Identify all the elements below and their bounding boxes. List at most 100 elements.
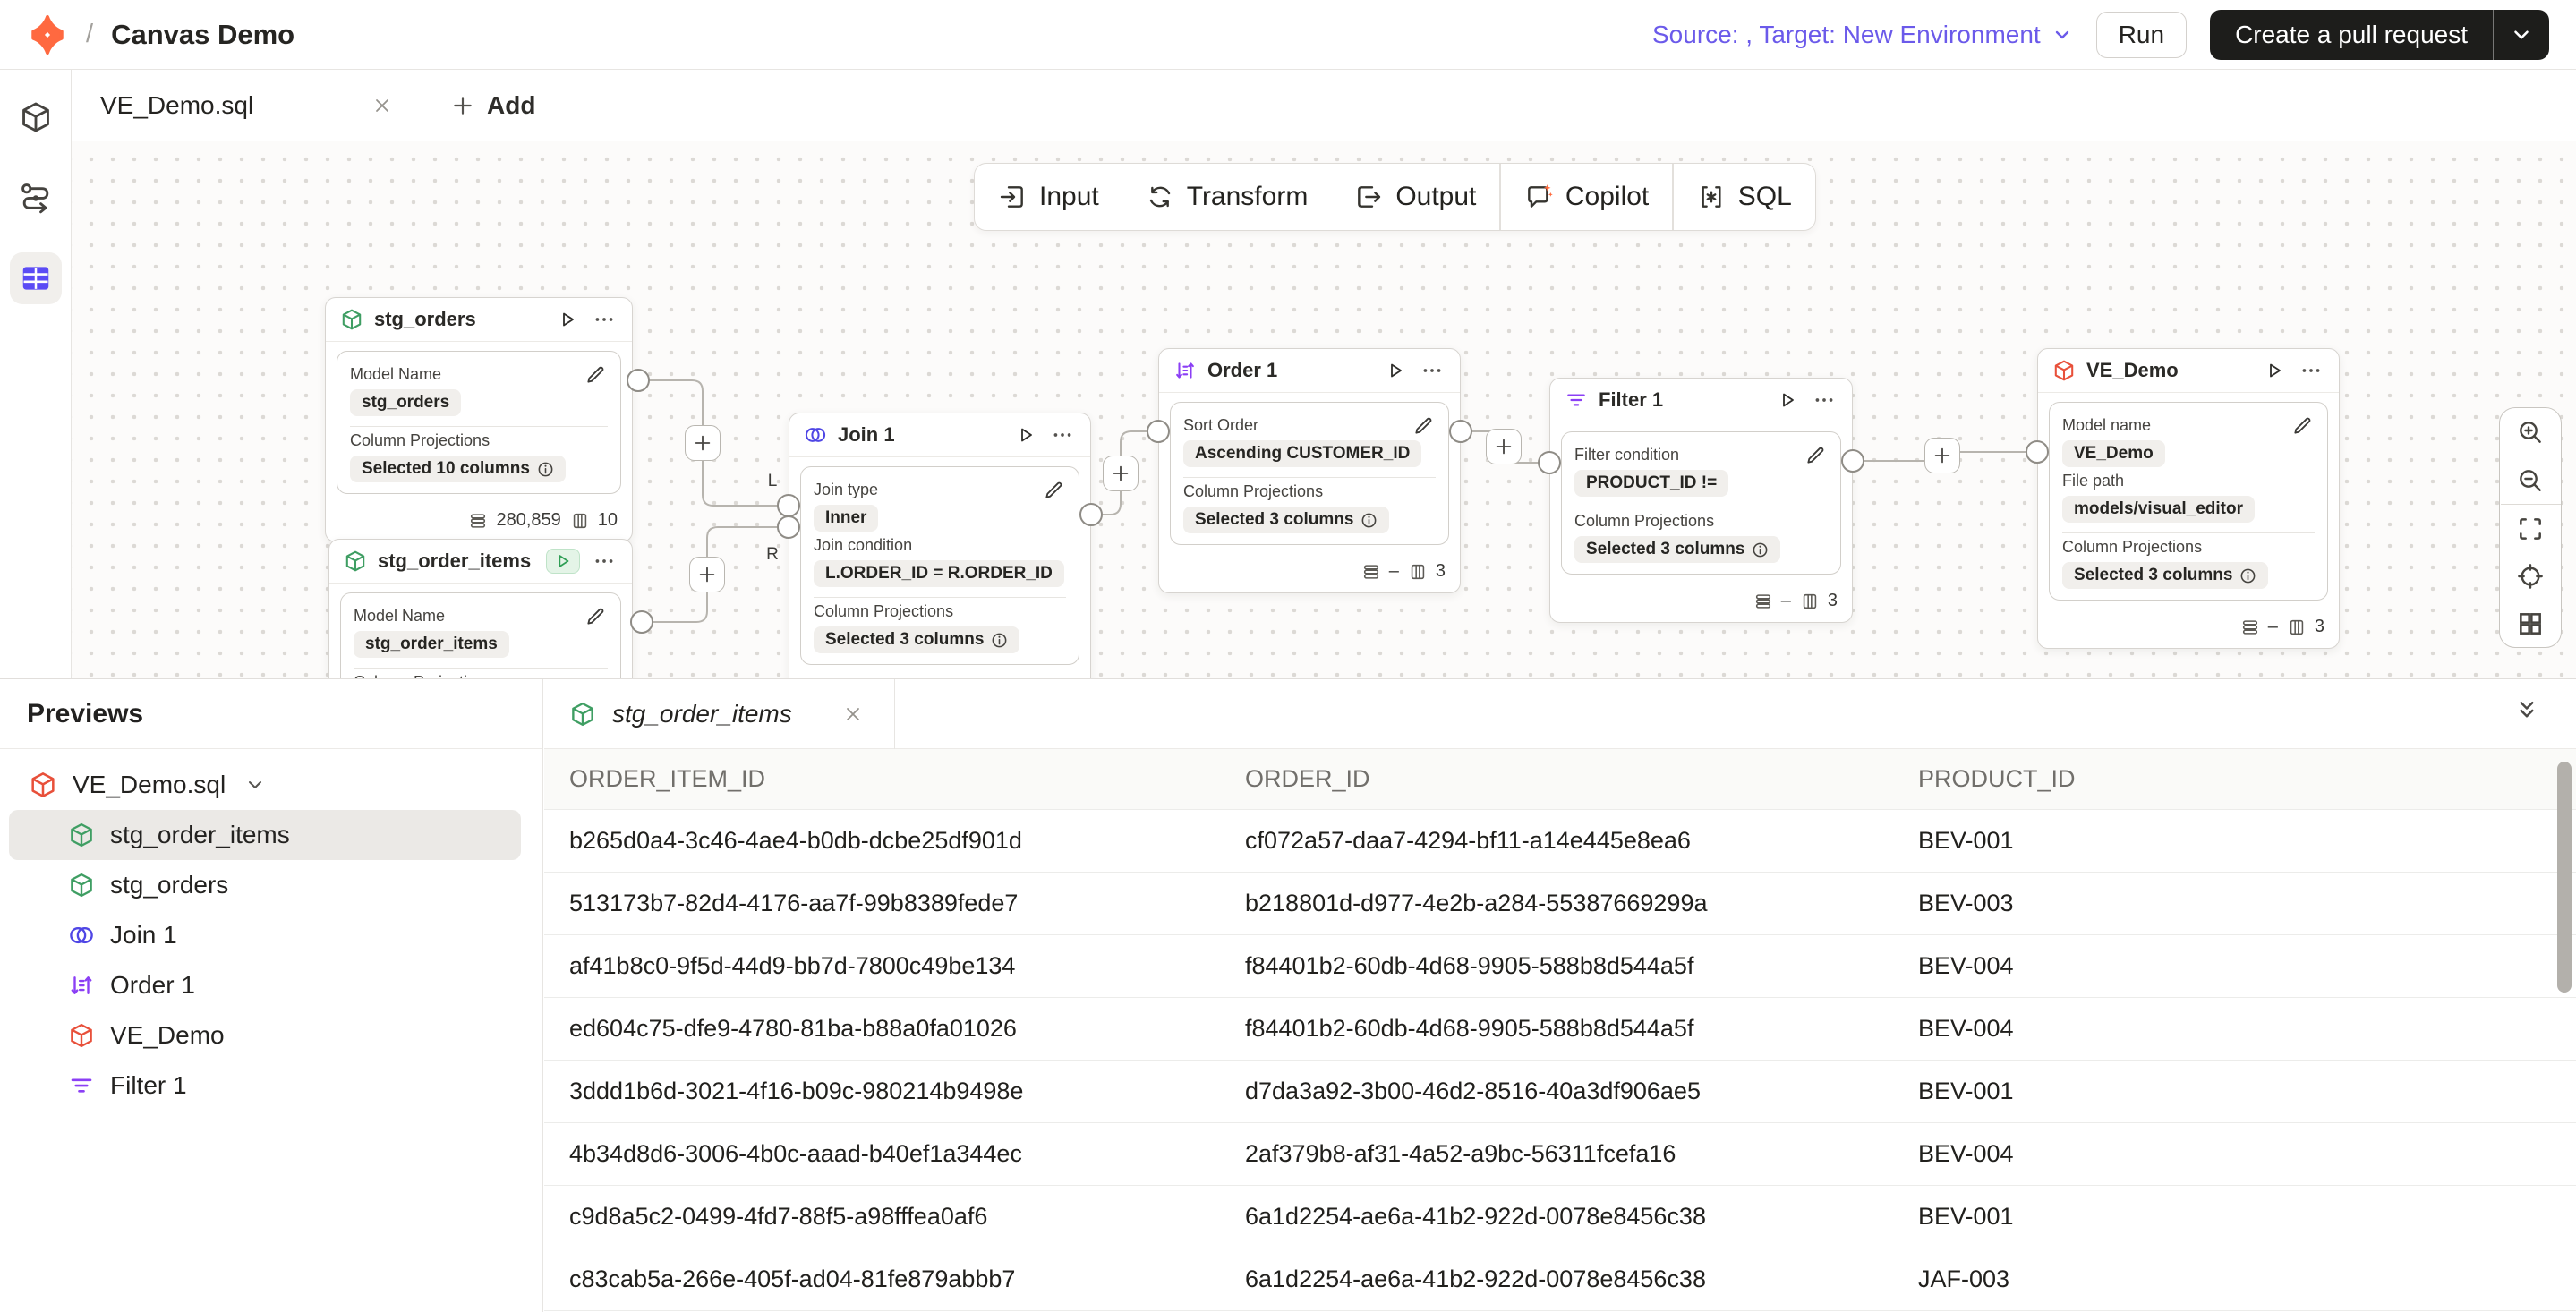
edit-pencil-icon[interactable]	[1804, 443, 1828, 466]
rail-table-button[interactable]	[10, 252, 62, 304]
tree-root-ve-demo-sql[interactable]: VE_Demo.sql	[9, 760, 521, 810]
tree-item-join-1[interactable]: Join 1	[9, 910, 521, 960]
sort-order-icon	[1173, 359, 1197, 382]
port-stg-orders-out[interactable]	[627, 369, 650, 392]
play-icon[interactable]	[1383, 358, 1408, 383]
tree-item-order-1[interactable]: Order 1	[9, 960, 521, 1010]
cube-icon	[569, 701, 596, 728]
join-type-pill[interactable]: Inner	[814, 505, 878, 532]
tree-item-ve-demo[interactable]: VE_Demo	[9, 1010, 521, 1061]
zoom-in-button[interactable]	[2501, 408, 2561, 456]
info-icon	[1752, 541, 1769, 558]
rail-pipeline-button[interactable]	[10, 172, 62, 224]
create-pull-request-button[interactable]: Create a pull request	[2210, 10, 2549, 60]
pipeline-icon	[19, 181, 53, 215]
table-row: 3ddd1b6d-3021-4f16-b09c-980214b9498ed7da…	[544, 1060, 2576, 1122]
edit-pencil-icon[interactable]	[1412, 413, 1436, 437]
node-order-1[interactable]: Order 1 Sort Order Ascending CUSTOMER_ID…	[1158, 348, 1461, 593]
play-icon[interactable]	[1775, 388, 1800, 413]
tree-item-stg-order-items[interactable]: stg_order_items	[9, 810, 521, 860]
toolbar-copilot-button[interactable]: Copilot	[1501, 164, 1672, 230]
run-button[interactable]: Run	[2096, 12, 2187, 58]
add-node-on-edge-button[interactable]	[1924, 438, 1960, 473]
more-options-icon[interactable]	[591, 548, 618, 575]
column-projections-pill[interactable]: Selected 3 columns	[1574, 536, 1780, 563]
port-stg-order-items-out[interactable]	[630, 610, 653, 634]
close-icon[interactable]	[837, 698, 869, 730]
collapse-panel-icon[interactable]	[2513, 697, 2540, 724]
transform-icon	[1146, 183, 1174, 211]
zoom-out-button[interactable]	[2501, 456, 2561, 504]
port-filter-out[interactable]	[1841, 449, 1864, 473]
play-icon[interactable]	[1013, 422, 1038, 447]
toolbar-input-button[interactable]: Input	[975, 164, 1122, 230]
sort-order-pill[interactable]: Ascending CUSTOMER_ID	[1183, 440, 1421, 467]
tree-item-filter-1[interactable]: Filter 1	[9, 1061, 521, 1111]
dag-canvas[interactable]: Input Transform Output Copilot SQL	[72, 141, 2576, 678]
toolbar-output-button[interactable]: Output	[1331, 164, 1499, 230]
node-stats: – 3	[2038, 609, 2339, 648]
column-projections-pill[interactable]: Selected 3 columns	[1183, 507, 1389, 533]
previews-sidebar: Previews VE_Demo.sql stg_order_items stg…	[0, 679, 543, 1312]
port-order-in[interactable]	[1147, 420, 1170, 443]
grid-layout-button[interactable]	[2501, 600, 2561, 647]
tab-ve-demo-sql[interactable]: VE_Demo.sql	[72, 70, 422, 141]
more-options-icon[interactable]	[1049, 422, 1076, 448]
rows-icon	[1753, 592, 1773, 611]
add-node-on-edge-button[interactable]	[1486, 429, 1522, 464]
add-node-on-edge-button[interactable]	[1103, 456, 1139, 491]
model-name-pill[interactable]: VE_Demo	[2062, 440, 2165, 467]
chevron-down-icon[interactable]	[244, 774, 266, 796]
port-filter-in[interactable]	[1538, 451, 1561, 474]
port-join-left-in[interactable]	[777, 494, 800, 517]
more-options-icon[interactable]	[1811, 387, 1838, 413]
columns-icon	[1800, 592, 1820, 611]
close-icon[interactable]	[366, 89, 398, 122]
node-ve-demo[interactable]: VE_Demo Model name VE_Demo File path mod…	[2037, 348, 2340, 649]
toolbar-transform-button[interactable]: Transform	[1122, 164, 1332, 230]
more-options-icon[interactable]	[1419, 357, 1446, 384]
model-name-pill[interactable]: stg_order_items	[354, 631, 509, 658]
preview-tab-stg-order-items[interactable]: stg_order_items	[544, 679, 895, 749]
column-projections-pill[interactable]: Selected 3 columns	[2062, 562, 2268, 589]
port-join-out[interactable]	[1079, 503, 1103, 526]
node-stg-orders[interactable]: stg_orders Model Name stg_orders Column …	[325, 297, 633, 542]
add-node-on-edge-button[interactable]	[685, 425, 721, 461]
add-tab-button[interactable]: Add	[422, 70, 564, 141]
toolbar-sql-button[interactable]: SQL	[1674, 164, 1815, 230]
edit-pencil-icon[interactable]	[1043, 478, 1066, 501]
file-path-pill[interactable]: models/visual_editor	[2062, 496, 2255, 523]
port-join-right-in[interactable]	[777, 515, 800, 539]
column-projections-pill[interactable]: Selected 3 columns	[814, 626, 1019, 653]
pull-request-dropdown[interactable]	[2493, 10, 2549, 60]
more-options-icon[interactable]	[591, 306, 618, 333]
port-order-out[interactable]	[1449, 420, 1472, 443]
add-node-on-edge-button[interactable]	[689, 557, 725, 592]
fit-view-button[interactable]	[2501, 505, 2561, 552]
play-icon[interactable]	[2262, 358, 2287, 383]
port-ve-demo-in[interactable]	[2026, 440, 2049, 464]
rail-models-button[interactable]	[10, 91, 62, 143]
node-filter-1[interactable]: Filter 1 Filter condition PRODUCT_ID != …	[1549, 378, 1853, 623]
toolbar-output-label: Output	[1395, 182, 1476, 212]
edit-pencil-icon[interactable]	[2291, 413, 2315, 437]
edit-pencil-icon[interactable]	[584, 604, 608, 627]
locate-target-button[interactable]	[2501, 552, 2561, 600]
page-title: Canvas Demo	[111, 19, 294, 51]
node-header: Filter 1	[1550, 379, 1852, 422]
play-icon[interactable]	[555, 307, 580, 332]
join-condition-pill[interactable]: L.ORDER_ID = R.ORDER_ID	[814, 560, 1064, 587]
filter-condition-pill[interactable]: PRODUCT_ID !=	[1574, 470, 1728, 497]
create-pull-request-label[interactable]: Create a pull request	[2210, 10, 2493, 60]
column-projections-pill[interactable]: Selected 10 columns	[350, 456, 566, 482]
breadcrumb-separator: /	[86, 20, 93, 49]
more-options-icon[interactable]	[2298, 357, 2324, 384]
model-name-pill[interactable]: stg_orders	[350, 389, 461, 416]
tree-item-stg-orders[interactable]: stg_orders	[9, 860, 521, 910]
node-join-1[interactable]: Join 1 Join type Inner Join condition L.…	[789, 413, 1091, 678]
edit-pencil-icon[interactable]	[584, 362, 608, 386]
node-stg-order-items[interactable]: stg_order_items Model Name stg_order_ite…	[328, 539, 633, 678]
environment-selector[interactable]: Source: , Target: New Environment	[1652, 21, 2073, 49]
scrollbar-thumb[interactable]	[2557, 762, 2572, 993]
play-icon[interactable]	[546, 549, 580, 574]
